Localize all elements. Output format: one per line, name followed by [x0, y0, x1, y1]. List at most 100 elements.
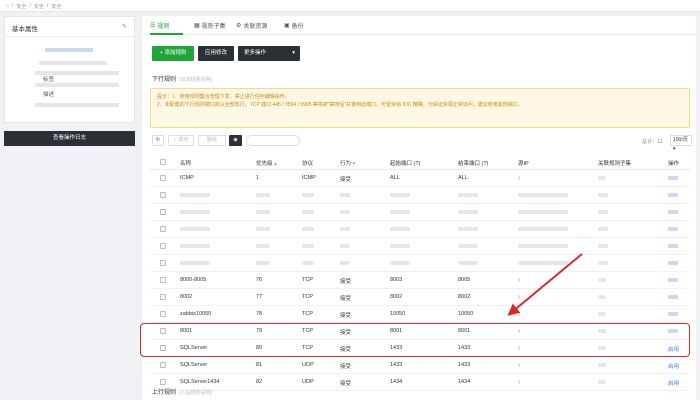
settings-icon: ⚙	[236, 23, 242, 29]
apply-changes-button[interactable]: 应用修改	[198, 46, 234, 61]
col-action[interactable]: 行为 ▾	[340, 159, 355, 167]
cell-protocol: TCP	[302, 277, 313, 283]
table-row[interactable]: ICMP 1 ICMP 接受 ALL ALL	[150, 170, 690, 187]
row-checkbox[interactable]	[160, 311, 166, 317]
enable-button[interactable]: ✓ 启用	[168, 135, 194, 146]
sort-icon: ▴	[274, 161, 277, 167]
redacted-cell	[518, 261, 568, 265]
redacted-cell	[598, 227, 608, 231]
view-log-button[interactable]: 查看操作日志	[4, 131, 135, 146]
redacted-cell	[668, 210, 678, 214]
edit-icon[interactable]: ✎	[122, 23, 127, 30]
filter-icon: ▾	[352, 161, 356, 167]
enable-link[interactable]: 启用	[668, 362, 679, 370]
row-checkbox[interactable]	[160, 175, 166, 181]
row-checkbox[interactable]	[160, 209, 166, 215]
redacted-cell	[668, 193, 678, 197]
breadcrumb-item[interactable]: 安全	[34, 3, 44, 10]
refresh-icon[interactable]: ↻	[152, 135, 164, 146]
redacted-cell	[256, 193, 270, 197]
annotation-highlight-box	[140, 323, 690, 357]
breadcrumb-item[interactable]: 安全	[16, 3, 26, 10]
page-size-select[interactable]: 100/页 ▾	[670, 135, 692, 152]
col-end-port: 结束端口 (?)	[458, 161, 489, 167]
tab-rules[interactable]: ☰ 规则	[150, 21, 169, 30]
inbound-section-title: 上行规则 (入站规则说明)	[152, 390, 213, 396]
redacted-cell	[598, 278, 606, 282]
redacted-cell	[302, 244, 314, 248]
redacted-cell	[340, 244, 350, 248]
row-checkbox[interactable]	[160, 362, 166, 368]
label-tag: 标签	[43, 77, 55, 83]
table-row[interactable]: 8002 77 TCP 接受 8002 8002	[150, 289, 690, 306]
search-input[interactable]	[246, 135, 300, 146]
table-row[interactable]: 8000-8005 76 TCP 接受 8003 8005	[150, 272, 690, 289]
redacted-cell	[518, 193, 568, 197]
caret-down-icon: ▾	[292, 50, 295, 56]
card-title: 基本属性	[12, 26, 38, 33]
redacted-cell	[598, 261, 608, 265]
redacted-value	[39, 61, 107, 65]
redacted-cell	[668, 176, 678, 180]
cell-end: 1433	[458, 362, 471, 368]
row-checkbox[interactable]	[160, 277, 166, 283]
redacted-cell	[598, 210, 608, 214]
more-actions-dropdown[interactable]: 更多操作 ▾	[238, 46, 300, 61]
enable-link[interactable]: 启用	[668, 379, 679, 387]
tab-bar: ☰ 规则 ▦ 规则子集 ⚙ 关联资源 ▣ 备份	[142, 16, 696, 35]
eye-icon[interactable]: ◉	[229, 135, 242, 146]
camera-icon: ▣	[284, 23, 290, 29]
redacted-cell	[518, 227, 568, 231]
grid-icon: ▦	[194, 23, 200, 29]
tab-related-resources[interactable]: ⚙ 关联资源	[236, 21, 267, 30]
redacted-cell	[256, 244, 270, 248]
cell-action: 接受	[340, 279, 352, 285]
row-checkbox[interactable]	[160, 243, 166, 249]
tab-rule-subsets[interactable]: ▦ 规则子集	[194, 21, 226, 30]
cell-action: 接受	[340, 381, 352, 387]
table-row[interactable]	[150, 204, 690, 221]
redacted-cell	[518, 278, 520, 282]
tips-banner: 提示：1、使用规则集合管理下发，禁止进行任何编辑操作。 2、未配置的下行规则端口…	[150, 88, 690, 128]
col-operation: 操作	[668, 161, 680, 167]
redacted-cell	[518, 363, 520, 367]
table-row[interactable]: zabbix10050 78 TCP 接受 10050 10050	[150, 306, 690, 323]
table-row[interactable]	[150, 187, 690, 204]
cell-name: SQLServer1434	[180, 379, 220, 385]
table-row[interactable]	[150, 221, 690, 238]
redacted-cell	[598, 176, 606, 180]
label-desc: 描述	[43, 92, 55, 98]
table-row[interactable]	[150, 238, 690, 255]
redacted-cell	[668, 261, 678, 265]
table-row[interactable]	[150, 255, 690, 272]
cell-protocol: ICMP	[302, 175, 316, 181]
redacted-cell	[340, 210, 350, 214]
select-all-checkbox[interactable]	[160, 159, 166, 165]
row-checkbox[interactable]	[160, 226, 166, 232]
redacted-cell	[390, 210, 410, 214]
row-checkbox[interactable]	[160, 192, 166, 198]
tab-backup[interactable]: ▣ 备份	[284, 21, 304, 30]
col-start-port: 起始端口 (?)	[390, 161, 421, 167]
redacted-cell	[302, 193, 314, 197]
cell-action: 接受	[340, 364, 352, 370]
col-source-ip: 源IP	[518, 161, 529, 167]
redacted-cell	[598, 244, 608, 248]
table-row[interactable]: SQLServer1434 82 UDP 接受 1434 1434 启用	[150, 374, 690, 391]
home-icon[interactable]: ⌂	[6, 3, 9, 10]
redacted-cell	[340, 227, 350, 231]
cell-name: zabbix10050	[180, 311, 212, 317]
row-checkbox[interactable]	[160, 260, 166, 266]
delete-button[interactable]: 删除	[198, 135, 226, 146]
row-checkbox[interactable]	[160, 294, 166, 300]
breadcrumb: ⌂ / 安全 / 安全 / 安全	[6, 3, 62, 10]
table-row[interactable]: SQLServer 81 UDP 接受 1433 1433 启用	[150, 357, 690, 374]
add-rule-button[interactable]: + 添加规则	[152, 46, 194, 61]
redacted-cell	[458, 261, 478, 265]
cell-priority: 77	[256, 294, 263, 300]
basic-attributes-card: 基本属性 ✎ 标签 描述	[4, 16, 135, 123]
cell-start: 10050	[390, 311, 406, 317]
redacted-cell	[518, 380, 520, 384]
col-priority[interactable]: 优先级 ▴	[256, 159, 277, 167]
row-checkbox[interactable]	[160, 379, 166, 385]
